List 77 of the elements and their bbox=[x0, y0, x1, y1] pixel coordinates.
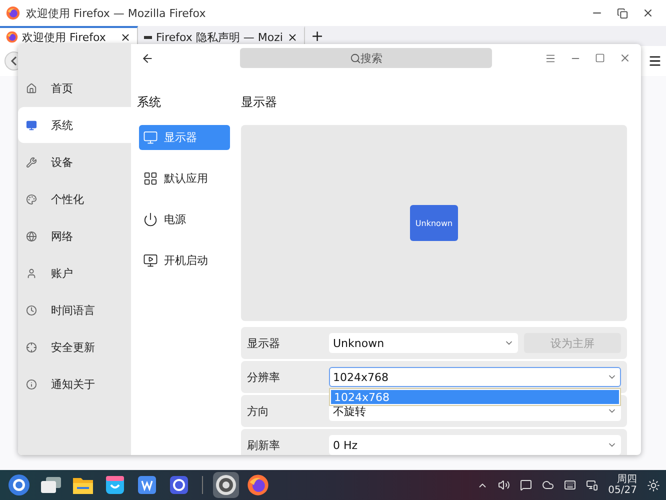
windows-icon[interactable] bbox=[40, 476, 62, 494]
category-label: 开机启动 bbox=[164, 253, 208, 268]
sidebar-item[interactable]: 时间语言 bbox=[18, 292, 131, 328]
tab-label: 欢迎使用 Firefox bbox=[22, 30, 107, 44]
sidebar-label: 时间语言 bbox=[51, 302, 95, 318]
firefox-logo-icon bbox=[6, 6, 20, 20]
sidebar-item[interactable]: 网络 bbox=[18, 218, 131, 254]
page-icon bbox=[144, 36, 152, 38]
close-icon[interactable] bbox=[642, 7, 654, 19]
sidebar-item[interactable]: 系统 bbox=[18, 107, 131, 143]
display-icon[interactable] bbox=[586, 479, 598, 491]
dropdown[interactable]: 1024x768 bbox=[329, 367, 621, 387]
sidebar-label: 账户 bbox=[51, 266, 73, 280]
category-item[interactable]: 开机启动 bbox=[139, 248, 230, 273]
back-icon[interactable] bbox=[141, 52, 154, 64]
category-item[interactable]: 电源 bbox=[139, 207, 230, 232]
menu-icon[interactable] bbox=[648, 54, 662, 68]
category-item[interactable]: 默认应用 bbox=[139, 166, 230, 191]
info-icon bbox=[26, 378, 37, 390]
sidebar-label: 网络 bbox=[51, 228, 73, 244]
sidebar-label: 首页 bbox=[51, 80, 73, 96]
monitor-icon bbox=[26, 120, 37, 130]
sidebar-item[interactable]: 安全更新 bbox=[18, 329, 131, 365]
sidebar-label: 个性化 bbox=[51, 192, 84, 206]
user-icon bbox=[26, 268, 37, 278]
sidebar-item[interactable]: 账户 bbox=[18, 255, 131, 291]
palette-icon bbox=[26, 194, 37, 204]
sidebar-item[interactable]: 个性化 bbox=[18, 181, 131, 217]
home-icon bbox=[26, 82, 37, 94]
dropdown[interactable]: 0 Hz bbox=[329, 435, 621, 455]
crosshair-icon bbox=[26, 342, 37, 352]
close-tab-icon[interactable] bbox=[286, 32, 298, 42]
sidebar-item[interactable]: 设备 bbox=[18, 144, 131, 180]
category-label: 电源 bbox=[164, 212, 186, 227]
browser-tab[interactable]: 欢迎使用 Firefox bbox=[0, 26, 138, 46]
message-icon[interactable] bbox=[520, 479, 532, 491]
category-label: 默认应用 bbox=[164, 171, 208, 186]
restore-icon[interactable] bbox=[617, 8, 628, 18]
new-tab-button[interactable]: + bbox=[304, 26, 330, 46]
close-icon[interactable] bbox=[619, 52, 631, 64]
category-label: 显示器 bbox=[164, 130, 197, 145]
weekday-text: 周四 bbox=[617, 474, 637, 485]
brightness-icon[interactable] bbox=[647, 478, 660, 492]
setting-label: 方向 bbox=[247, 404, 270, 418]
monitor-tile[interactable]: Unknown bbox=[410, 205, 458, 241]
grid-icon bbox=[143, 171, 158, 186]
sidebar-item[interactable]: 通知关于 bbox=[18, 366, 131, 402]
keyboard-icon[interactable] bbox=[564, 479, 576, 491]
sidebar-item[interactable]: 首页 bbox=[18, 70, 131, 106]
power-icon bbox=[143, 212, 158, 227]
monitor-icon bbox=[143, 130, 158, 145]
close-tab-icon[interactable] bbox=[120, 32, 131, 42]
search-icon bbox=[350, 52, 360, 64]
setting-label: 分辨率 bbox=[247, 370, 281, 384]
back-icon[interactable] bbox=[4, 51, 18, 71]
firefox-logo-icon bbox=[6, 31, 18, 43]
setting-label: 刷新率 bbox=[247, 438, 281, 452]
screen-play-icon bbox=[143, 253, 158, 268]
volume-icon[interactable] bbox=[498, 479, 510, 491]
clock-icon bbox=[26, 304, 37, 316]
maximize-icon[interactable] bbox=[595, 53, 605, 63]
sidebar-label: 系统 bbox=[51, 118, 73, 132]
date-text: 05/27 bbox=[608, 485, 637, 496]
dropdown[interactable]: Unknown bbox=[329, 333, 518, 353]
category-title: 系统 bbox=[137, 94, 162, 111]
cloud-icon[interactable] bbox=[542, 479, 554, 491]
window-title: 欢迎使用 Firefox — Mozilla Firefox bbox=[26, 6, 207, 20]
setting-label: 显示器 bbox=[247, 336, 281, 350]
sidebar-label: 设备 bbox=[51, 154, 73, 170]
search-field[interactable]: 搜索 bbox=[240, 48, 492, 68]
search-placeholder: 搜索 bbox=[360, 50, 382, 66]
sidebar-label: 通知关于 bbox=[51, 376, 95, 392]
tab-label: Firefox 隐私声明 — Mozi bbox=[156, 30, 283, 44]
globe-icon bbox=[26, 230, 37, 242]
page-title: 显示器 bbox=[241, 94, 278, 111]
tools-icon bbox=[26, 156, 37, 168]
sidebar-label: 安全更新 bbox=[51, 340, 95, 354]
